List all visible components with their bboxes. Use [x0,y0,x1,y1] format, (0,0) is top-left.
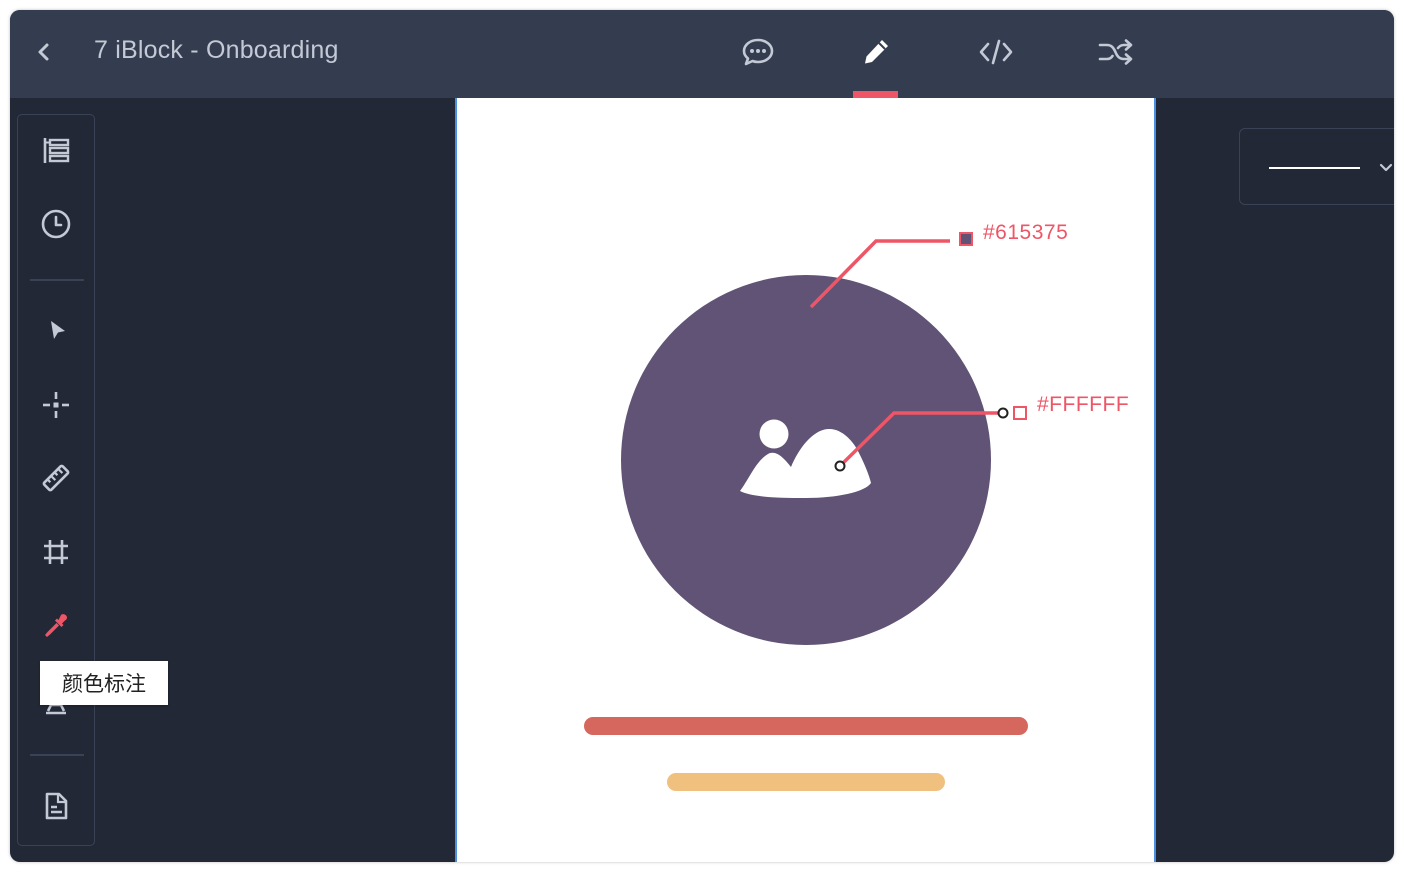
tab-comments[interactable] [737,32,777,72]
toolbar-divider [30,279,84,281]
tool-artboard[interactable] [36,532,76,572]
tool-export[interactable] [36,786,76,826]
top-bar: 7 iBlock - Onboarding [10,10,1394,98]
cursor-icon [51,321,65,339]
pencil-icon [865,40,888,64]
tab-design[interactable] [856,32,896,72]
document-icon [45,792,68,820]
chevron-left-icon [38,43,49,61]
crosshair-icon [43,392,69,418]
tool-measure[interactable] [36,458,76,498]
code-icon [979,39,1013,65]
tab-code[interactable] [974,32,1014,72]
layers-icon [43,138,70,163]
clock-icon [41,209,71,239]
active-tab-indicator [853,91,898,98]
annotation-label[interactable]: #FFFFFF [1037,393,1129,417]
artboard[interactable]: #615375 #FFFFFF [455,98,1156,862]
tool-select[interactable] [36,310,76,350]
toolbar-divider [30,754,84,756]
left-toolbar [17,114,95,846]
eyedropper-icon [45,614,67,637]
crop-icon [44,540,68,564]
tool-tooltip: 颜色标注 [40,661,168,705]
tool-color-annotation[interactable] [36,606,76,646]
chevron-down-icon [1379,163,1393,172]
subtitle-bar-placeholder[interactable] [667,773,945,791]
app-window: 7 iBlock - Onboarding 颜色标注 #615375 #FFFF… [10,10,1394,862]
back-button[interactable] [32,38,56,66]
title-bar-placeholder[interactable] [584,717,1028,735]
line-style-select[interactable] [1239,128,1394,205]
line-style-sample [1269,167,1360,169]
annotation-label[interactable]: #615375 [983,221,1068,245]
tool-crosshair[interactable] [36,385,76,425]
artboard-canvas [584,232,1028,791]
tool-layers[interactable] [36,131,76,171]
tab-flow[interactable] [1093,32,1133,72]
tool-history[interactable] [36,204,76,244]
ruler-icon [42,464,70,492]
shuffle-icon [1098,39,1133,65]
document-title: 7 iBlock - Onboarding [94,36,339,64]
comment-icon [742,38,774,66]
